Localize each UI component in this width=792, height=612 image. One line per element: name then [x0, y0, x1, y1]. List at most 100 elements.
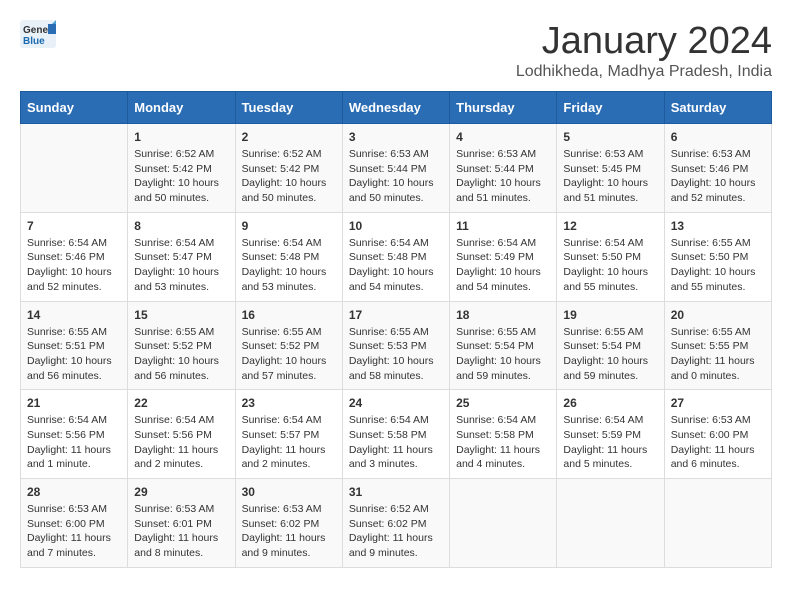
- header-wednesday: Wednesday: [342, 92, 449, 124]
- day-number: 21: [27, 396, 121, 410]
- calendar-cell: 16 Sunrise: 6:55 AM Sunset: 5:52 PM Dayli…: [235, 301, 342, 390]
- day-info: Sunrise: 6:55 AM Sunset: 5:52 PM Dayligh…: [242, 325, 336, 384]
- calendar-cell: [450, 479, 557, 568]
- calendar-cell: 28 Sunrise: 6:53 AM Sunset: 6:00 PM Dayli…: [21, 479, 128, 568]
- calendar-week-row: 7Sunrise: 6:54 AM Sunset: 5:46 PM Daylig…: [21, 212, 772, 301]
- calendar-cell: 18 Sunrise: 6:55 AM Sunset: 5:54 PM Dayli…: [450, 301, 557, 390]
- calendar-cell: 29Sunrise: 6:53 AM Sunset: 6:01 PM Dayli…: [128, 479, 235, 568]
- calendar-cell: 22 Sunrise: 6:54 AM Sunset: 5:56 PM Dayli…: [128, 390, 235, 479]
- day-number: 31: [349, 485, 443, 499]
- day-number: 22: [134, 396, 228, 410]
- day-info: Sunrise: 6:53 AM Sunset: 6:01 PM Dayligh…: [134, 502, 228, 561]
- day-info: Sunrise: 6:54 AM Sunset: 5:49 PM Dayligh…: [456, 236, 550, 295]
- calendar-cell: 1Sunrise: 6:52 AM Sunset: 5:42 PM Daylig…: [128, 124, 235, 213]
- calendar-cell: 2 Sunrise: 6:52 AM Sunset: 5:42 PM Daylig…: [235, 124, 342, 213]
- day-number: 20: [671, 308, 765, 322]
- logo: General Blue: [20, 20, 56, 48]
- calendar-cell: 5Sunrise: 6:53 AM Sunset: 5:45 PM Daylig…: [557, 124, 664, 213]
- day-number: 3: [349, 130, 443, 144]
- day-info: Sunrise: 6:52 AM Sunset: 5:42 PM Dayligh…: [242, 147, 336, 206]
- header-sunday: Sunday: [21, 92, 128, 124]
- day-number: 8: [134, 219, 228, 233]
- day-info: Sunrise: 6:53 AM Sunset: 6:00 PM Dayligh…: [671, 413, 765, 472]
- day-number: 17: [349, 308, 443, 322]
- logo-icon: General Blue: [20, 20, 56, 48]
- day-info: Sunrise: 6:54 AM Sunset: 5:48 PM Dayligh…: [242, 236, 336, 295]
- calendar-cell: 24 Sunrise: 6:54 AM Sunset: 5:58 PM Dayli…: [342, 390, 449, 479]
- calendar-cell: [557, 479, 664, 568]
- day-number: 4: [456, 130, 550, 144]
- day-info: Sunrise: 6:52 AM Sunset: 6:02 PM Dayligh…: [349, 502, 443, 561]
- header-thursday: Thursday: [450, 92, 557, 124]
- svg-text:Blue: Blue: [23, 36, 45, 47]
- day-number: 18: [456, 308, 550, 322]
- title-area: January 2024 Lodhikheda, Madhya Pradesh,…: [516, 20, 772, 81]
- calendar-cell: 14 Sunrise: 6:55 AM Sunset: 5:51 PM Dayli…: [21, 301, 128, 390]
- day-number: 11: [456, 219, 550, 233]
- day-number: 7: [27, 219, 121, 233]
- calendar-cell: 7Sunrise: 6:54 AM Sunset: 5:46 PM Daylig…: [21, 212, 128, 301]
- calendar-cell: [21, 124, 128, 213]
- calendar-cell: 8Sunrise: 6:54 AM Sunset: 5:47 PM Daylig…: [128, 212, 235, 301]
- calendar-cell: 6 Sunrise: 6:53 AM Sunset: 5:46 PM Daylig…: [664, 124, 771, 213]
- day-info: Sunrise: 6:53 AM Sunset: 6:00 PM Dayligh…: [27, 502, 121, 561]
- calendar-cell: 15Sunrise: 6:55 AM Sunset: 5:52 PM Dayli…: [128, 301, 235, 390]
- day-number: 19: [563, 308, 657, 322]
- day-number: 12: [563, 219, 657, 233]
- day-info: Sunrise: 6:54 AM Sunset: 5:59 PM Dayligh…: [563, 413, 657, 472]
- day-number: 28: [27, 485, 121, 499]
- calendar-cell: 30 Sunrise: 6:53 AM Sunset: 6:02 PM Dayli…: [235, 479, 342, 568]
- calendar-cell: 10 Sunrise: 6:54 AM Sunset: 5:48 PM Dayli…: [342, 212, 449, 301]
- calendar-week-row: 21 Sunrise: 6:54 AM Sunset: 5:56 PM Dayli…: [21, 390, 772, 479]
- calendar-cell: 19 Sunrise: 6:55 AM Sunset: 5:54 PM Dayli…: [557, 301, 664, 390]
- calendar-cell: 9 Sunrise: 6:54 AM Sunset: 5:48 PM Daylig…: [235, 212, 342, 301]
- calendar-cell: 21 Sunrise: 6:54 AM Sunset: 5:56 PM Dayli…: [21, 390, 128, 479]
- calendar-cell: 27 Sunrise: 6:53 AM Sunset: 6:00 PM Dayli…: [664, 390, 771, 479]
- day-info: Sunrise: 6:54 AM Sunset: 5:56 PM Dayligh…: [27, 413, 121, 472]
- day-info: Sunrise: 6:53 AM Sunset: 6:02 PM Dayligh…: [242, 502, 336, 561]
- day-number: 2: [242, 130, 336, 144]
- calendar-cell: 3Sunrise: 6:53 AM Sunset: 5:44 PM Daylig…: [342, 124, 449, 213]
- day-number: 25: [456, 396, 550, 410]
- day-info: Sunrise: 6:53 AM Sunset: 5:46 PM Dayligh…: [671, 147, 765, 206]
- day-number: 10: [349, 219, 443, 233]
- day-info: Sunrise: 6:54 AM Sunset: 5:58 PM Dayligh…: [349, 413, 443, 472]
- day-info: Sunrise: 6:55 AM Sunset: 5:54 PM Dayligh…: [563, 325, 657, 384]
- day-info: Sunrise: 6:54 AM Sunset: 5:56 PM Dayligh…: [134, 413, 228, 472]
- day-number: 27: [671, 396, 765, 410]
- day-info: Sunrise: 6:54 AM Sunset: 5:48 PM Dayligh…: [349, 236, 443, 295]
- month-title: January 2024: [516, 20, 772, 63]
- day-number: 9: [242, 219, 336, 233]
- day-info: Sunrise: 6:52 AM Sunset: 5:42 PM Dayligh…: [134, 147, 228, 206]
- day-info: Sunrise: 6:54 AM Sunset: 5:50 PM Dayligh…: [563, 236, 657, 295]
- day-number: 30: [242, 485, 336, 499]
- day-number: 13: [671, 219, 765, 233]
- calendar-cell: 17 Sunrise: 6:55 AM Sunset: 5:53 PM Dayli…: [342, 301, 449, 390]
- header-monday: Monday: [128, 92, 235, 124]
- header: General Blue January 2024 Lodhikheda, Ma…: [20, 20, 772, 81]
- day-info: Sunrise: 6:55 AM Sunset: 5:51 PM Dayligh…: [27, 325, 121, 384]
- day-number: 16: [242, 308, 336, 322]
- calendar-cell: [664, 479, 771, 568]
- day-info: Sunrise: 6:54 AM Sunset: 5:57 PM Dayligh…: [242, 413, 336, 472]
- calendar-cell: 4Sunrise: 6:53 AM Sunset: 5:44 PM Daylig…: [450, 124, 557, 213]
- calendar-cell: 12 Sunrise: 6:54 AM Sunset: 5:50 PM Dayli…: [557, 212, 664, 301]
- day-info: Sunrise: 6:55 AM Sunset: 5:54 PM Dayligh…: [456, 325, 550, 384]
- day-number: 5: [563, 130, 657, 144]
- calendar-cell: 20Sunrise: 6:55 AM Sunset: 5:55 PM Dayli…: [664, 301, 771, 390]
- day-info: Sunrise: 6:55 AM Sunset: 5:53 PM Dayligh…: [349, 325, 443, 384]
- calendar-week-row: 1Sunrise: 6:52 AM Sunset: 5:42 PM Daylig…: [21, 124, 772, 213]
- day-number: 24: [349, 396, 443, 410]
- calendar-cell: 31 Sunrise: 6:52 AM Sunset: 6:02 PM Dayli…: [342, 479, 449, 568]
- day-number: 14: [27, 308, 121, 322]
- calendar-cell: 25 Sunrise: 6:54 AM Sunset: 5:58 PM Dayli…: [450, 390, 557, 479]
- day-number: 15: [134, 308, 228, 322]
- calendar-cell: 13Sunrise: 6:55 AM Sunset: 5:50 PM Dayli…: [664, 212, 771, 301]
- location-title: Lodhikheda, Madhya Pradesh, India: [516, 63, 772, 81]
- day-info: Sunrise: 6:54 AM Sunset: 5:58 PM Dayligh…: [456, 413, 550, 472]
- day-number: 26: [563, 396, 657, 410]
- calendar-week-row: 14 Sunrise: 6:55 AM Sunset: 5:51 PM Dayli…: [21, 301, 772, 390]
- day-number: 6: [671, 130, 765, 144]
- header-saturday: Saturday: [664, 92, 771, 124]
- calendar-cell: 23Sunrise: 6:54 AM Sunset: 5:57 PM Dayli…: [235, 390, 342, 479]
